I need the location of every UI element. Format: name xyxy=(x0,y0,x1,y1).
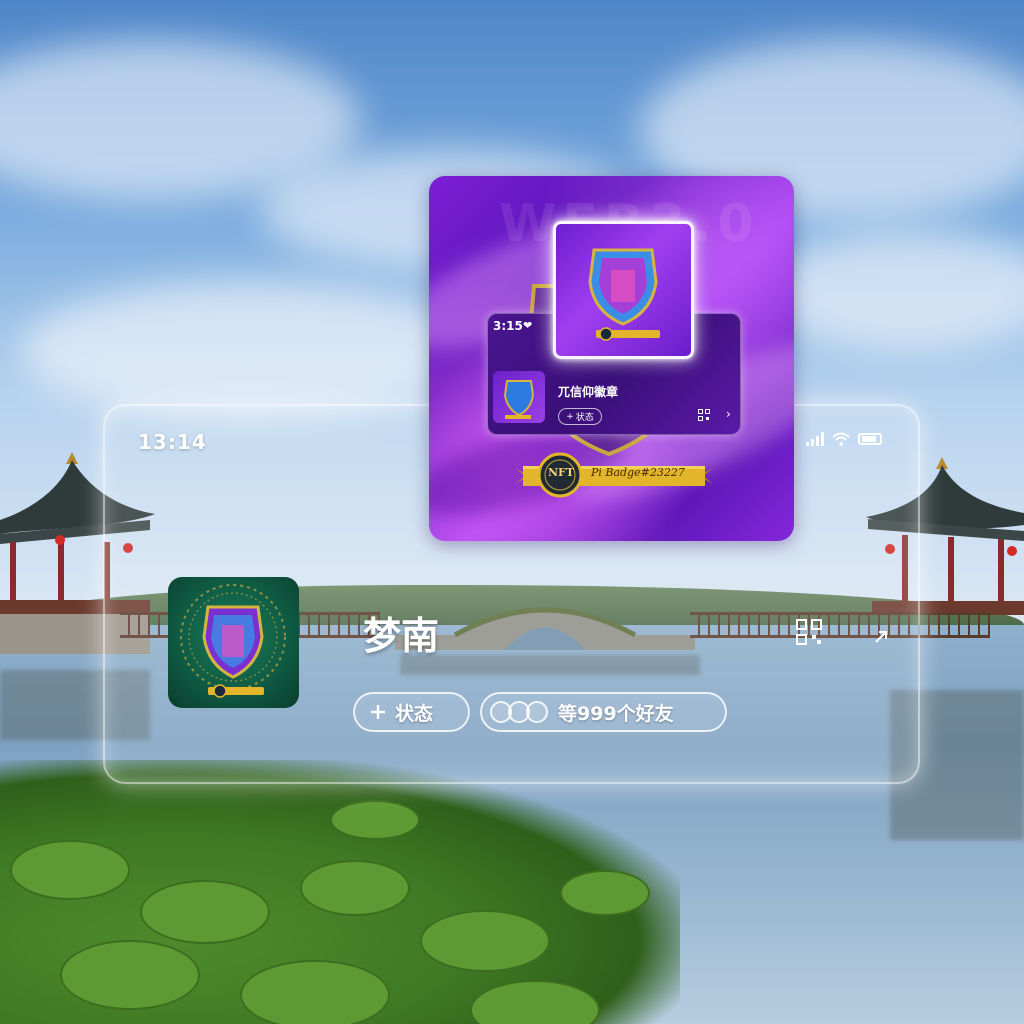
lily-pad xyxy=(60,940,200,1010)
status-bar-icons xyxy=(806,430,896,448)
lily-pad xyxy=(300,860,410,916)
lily-pad xyxy=(10,840,130,900)
friends-count-text: 等999个好友 xyxy=(558,702,674,725)
inner-preview-name: 兀信仰徽章 xyxy=(558,385,619,399)
profile-avatar[interactable] xyxy=(168,577,299,708)
inner-preview-avatar xyxy=(493,371,545,423)
add-status-chip[interactable]: 状态 xyxy=(353,692,470,732)
plus-icon: + xyxy=(566,411,574,422)
inner-status-chip: + 状态 xyxy=(558,408,602,425)
chevron-right-icon: › xyxy=(726,407,731,421)
signal-icon xyxy=(806,432,824,446)
lily-pad xyxy=(560,870,650,916)
inner-preview-time: 3:15 xyxy=(493,319,523,333)
cloud xyxy=(20,280,480,420)
lily-pad xyxy=(240,960,390,1024)
nft-seal-text: NFT xyxy=(548,466,575,479)
shield-badge-icon xyxy=(503,380,535,419)
qr-code-icon[interactable] xyxy=(796,619,822,645)
qr-code-icon xyxy=(698,409,710,421)
battery-icon xyxy=(858,433,882,445)
shield-badge-icon xyxy=(180,584,286,698)
friends-chip[interactable]: 等999个好友 xyxy=(480,692,727,732)
badge-number: Pi Badge#23227 xyxy=(591,466,685,479)
shield-badge-icon xyxy=(588,248,660,341)
lily-pad xyxy=(330,800,420,840)
friend-avatar xyxy=(526,701,548,723)
plus-icon xyxy=(371,705,385,719)
profile-nickname[interactable]: 梦南 xyxy=(363,605,439,660)
arrow-icon[interactable] xyxy=(874,630,888,644)
lily-pad xyxy=(420,910,550,972)
wifi-icon xyxy=(832,432,850,446)
status-chip-label: 状态 xyxy=(395,702,434,725)
lily-pad xyxy=(140,880,270,944)
heart-icon: ❤ xyxy=(523,319,533,332)
inner-status-label: 状态 xyxy=(575,413,594,423)
nft-thumbnail[interactable] xyxy=(553,221,694,359)
status-bar-time: 13:14 xyxy=(138,430,207,454)
